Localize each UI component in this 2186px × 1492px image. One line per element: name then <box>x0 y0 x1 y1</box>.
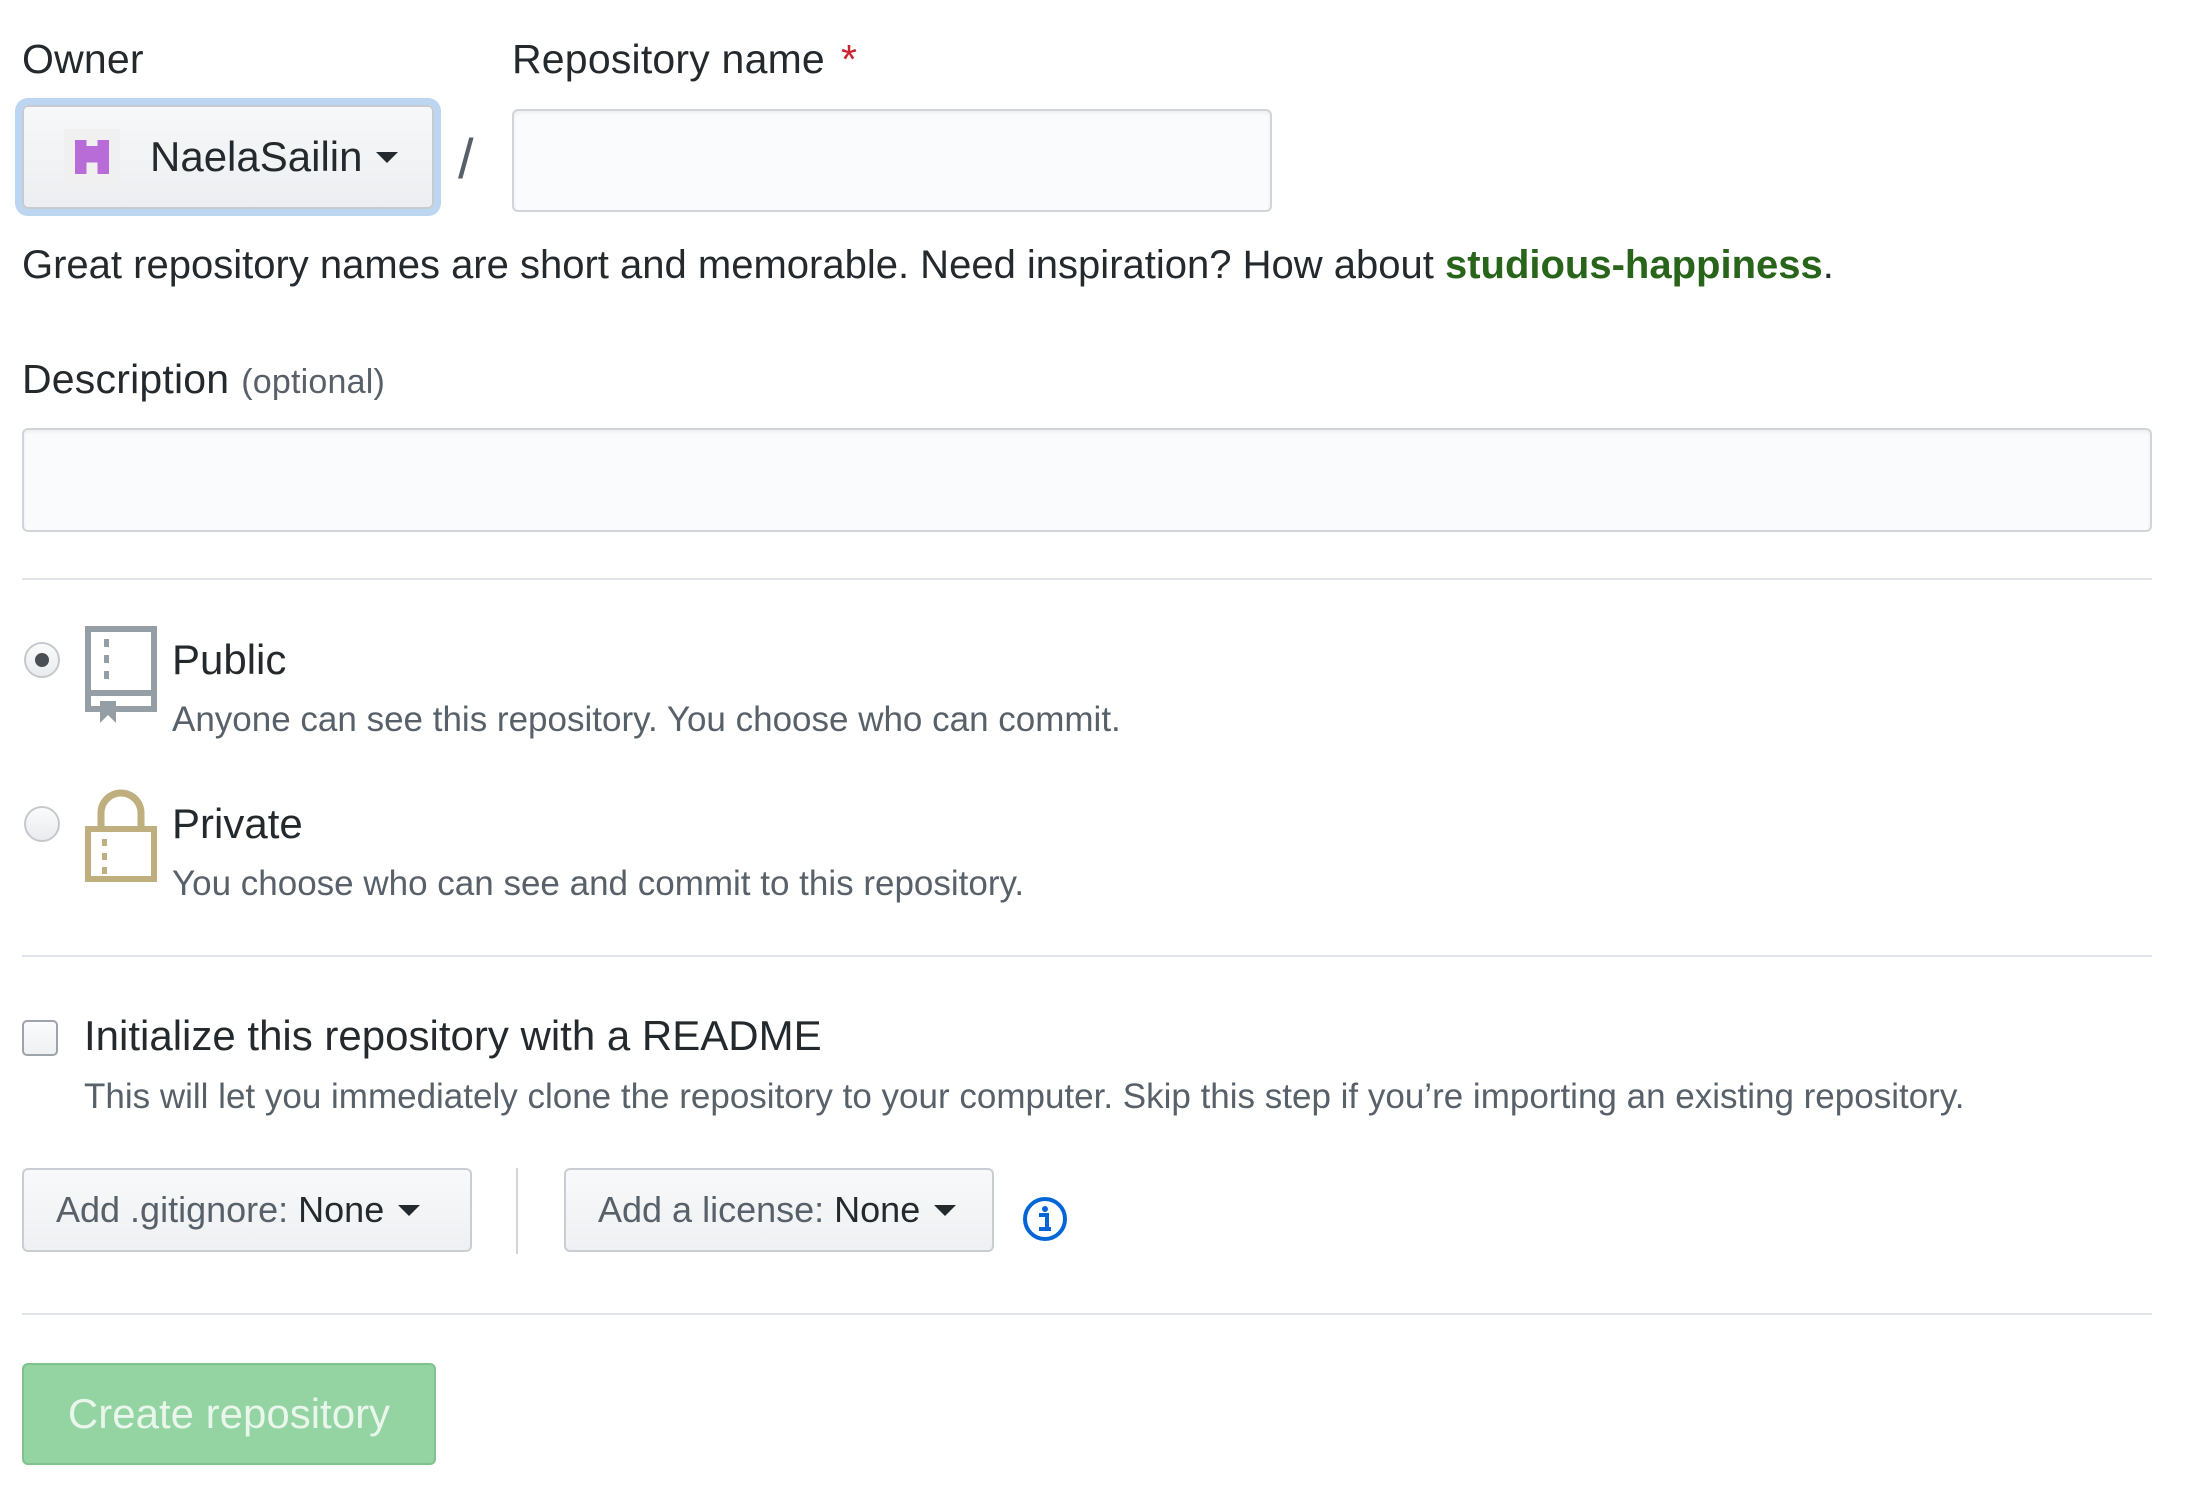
description-label-text: Description <box>22 356 230 402</box>
private-description: You choose who can see and commit to thi… <box>172 864 1025 903</box>
divider <box>22 578 2152 580</box>
private-radio[interactable] <box>24 806 60 842</box>
chevron-down-icon <box>398 1204 421 1216</box>
public-description: Anyone can see this repository. You choo… <box>172 700 1121 739</box>
name-hint-text: Great repository names are short and mem… <box>22 243 1445 287</box>
gitignore-label: Add .gitignore: <box>56 1189 289 1230</box>
lock-icon <box>85 789 157 882</box>
info-icon[interactable] <box>1022 1196 1068 1242</box>
chevron-down-icon <box>376 151 399 163</box>
description-label: Description (optional) <box>22 356 385 403</box>
license-value: None <box>834 1189 921 1230</box>
readme-label: Initialize this repository with a README <box>84 1012 822 1059</box>
required-mark: * <box>840 36 858 82</box>
description-input[interactable] <box>22 428 2152 532</box>
repo-book-icon <box>85 626 157 723</box>
license-dropdown[interactable]: Add a license: None <box>564 1168 994 1252</box>
private-title: Private <box>172 800 303 847</box>
public-title: Public <box>172 636 287 683</box>
description-optional: (optional) <box>241 363 386 401</box>
chevron-down-icon <box>934 1204 957 1216</box>
gitignore-dropdown[interactable]: Add .gitignore: None <box>22 1168 472 1252</box>
name-hint-end: . <box>1822 243 1834 287</box>
create-repository-button[interactable]: Create repository <box>22 1363 436 1465</box>
button-separator <box>516 1168 518 1254</box>
readme-description: This will let you immediately clone the … <box>84 1077 1965 1116</box>
readme-checkbox[interactable] <box>22 1020 58 1056</box>
repository-name-label: Repository name * <box>512 36 857 83</box>
public-radio[interactable] <box>24 642 60 678</box>
divider <box>22 1313 2152 1315</box>
license-label: Add a license: <box>598 1189 825 1230</box>
owner-repo-separator: / <box>458 127 474 190</box>
owner-label: Owner <box>22 36 144 82</box>
repository-name-input[interactable] <box>512 109 1272 212</box>
divider <box>22 955 2152 957</box>
gitignore-value: None <box>298 1189 385 1230</box>
repository-name-label-text: Repository name <box>512 36 825 82</box>
identicon-avatar <box>64 129 120 185</box>
owner-name: NaelaSailin <box>150 133 363 180</box>
name-suggestion-link[interactable]: studious-happiness <box>1445 243 1823 287</box>
owner-dropdown[interactable]: NaelaSailin <box>22 105 434 209</box>
name-hint: Great repository names are short and mem… <box>22 243 1834 288</box>
